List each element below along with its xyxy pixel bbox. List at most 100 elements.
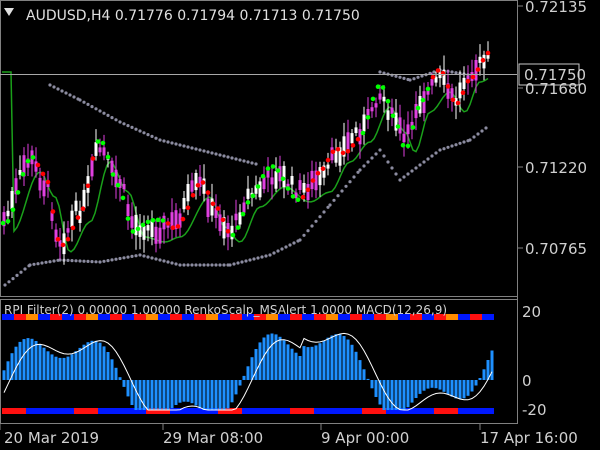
macd-histogram-bar [94,340,98,380]
band-dot [170,141,174,145]
macd-histogram-bar [6,361,10,380]
candle-body [94,142,98,156]
band-dot [206,150,210,154]
band-dot [272,251,276,255]
candle-body [66,228,70,233]
candle-body [354,127,358,133]
signal-dot [105,154,111,160]
band-dot [336,194,340,198]
candle-body [290,176,294,185]
band-dot [450,144,454,148]
macd-histogram-bar [422,380,426,391]
band-dot [402,76,406,80]
band-dot [190,146,194,150]
macd-histogram-bar [438,380,442,390]
signal-dot [405,143,411,149]
band-dot [126,255,130,259]
band-dot [202,149,206,153]
macd-histogram-bar [174,380,178,405]
band-dot [106,113,110,117]
band-dot [332,198,336,202]
band-dot [7,280,11,284]
macd-histogram-bar [478,378,482,380]
macd-histogram-bar [306,347,310,380]
status-bar-segment [302,408,314,414]
candle-body [110,160,114,174]
macd-histogram-bar [326,337,330,380]
band-dot [190,263,194,267]
band-dot [230,156,234,160]
band-dot [426,157,430,161]
band-dot [222,154,226,158]
band-dot [154,136,158,140]
macd-histogram-bar [318,343,322,380]
candle-body [218,214,222,232]
band-dot [390,166,394,170]
price-chart-canvas[interactable]: 0.71750 0.72135 0.71680 0.71220 0.70765 … [0,0,600,450]
signal-dot [445,84,451,89]
signal-dot [150,218,156,223]
band-dot [86,259,90,263]
band-dot [82,100,86,104]
signal-dot [340,150,346,156]
price-tick-label: 0.71220 [525,159,587,177]
symbol-dropdown-icon[interactable] [4,8,14,16]
macd-histogram-bar [474,380,478,386]
candle-body [350,133,354,144]
band-dot [198,148,202,152]
band-dot [90,260,94,264]
band-dot [454,143,458,147]
band-dot [186,263,190,267]
band-dot [292,241,296,245]
signal-dot [265,166,271,171]
band-dot [398,178,402,182]
band-dot [218,153,222,157]
status-bar-segment [110,408,122,414]
band-dot [206,263,210,267]
macd-histogram-bar [266,334,270,380]
band-dot [240,260,244,264]
candle-body [374,103,378,108]
macd-histogram-bar [46,351,50,380]
macd-histogram-bar [22,339,26,380]
candle-body [258,181,262,198]
macd-histogram-bar [490,350,494,380]
macd-histogram-bar [170,380,174,409]
signal-dot [310,178,316,183]
band-dot [158,138,162,142]
macd-histogram-bar [34,341,38,380]
status-bar-segment [86,408,98,414]
candle-body [302,183,306,193]
band-dot [422,160,426,164]
band-dot [68,93,72,97]
band-dot [232,262,236,266]
band-dot [150,134,154,138]
signal-dot [205,190,211,195]
band-dot [66,258,70,262]
macd-histogram-bar [210,380,214,410]
macd-histogram-bar [238,380,242,386]
band-dot [48,260,52,264]
candle-body [326,164,330,169]
macd-histogram-bar [370,380,374,389]
band-dot [302,233,306,237]
band-dot [110,116,114,120]
band-dot [130,254,134,258]
macd-histogram-bar [402,380,406,410]
candle-body [242,202,246,213]
band-dot [284,245,288,249]
macd-histogram-bar [414,380,418,398]
symbol-line: AUDUSD,H4 0.71776 0.71794 0.71713 0.7175… [26,8,360,24]
macd-histogram-bar [182,380,186,402]
status-bar-segment [122,408,134,414]
band-dot [138,253,142,257]
candle-body [126,204,130,216]
band-dot [358,168,362,172]
status-bar-segment [446,314,458,320]
status-bar-segment [74,408,86,414]
candle-body [358,129,362,145]
band-dot [254,162,258,166]
macd-histogram-bar [30,338,34,380]
band-dot [170,261,174,265]
signal-dot [75,215,81,220]
